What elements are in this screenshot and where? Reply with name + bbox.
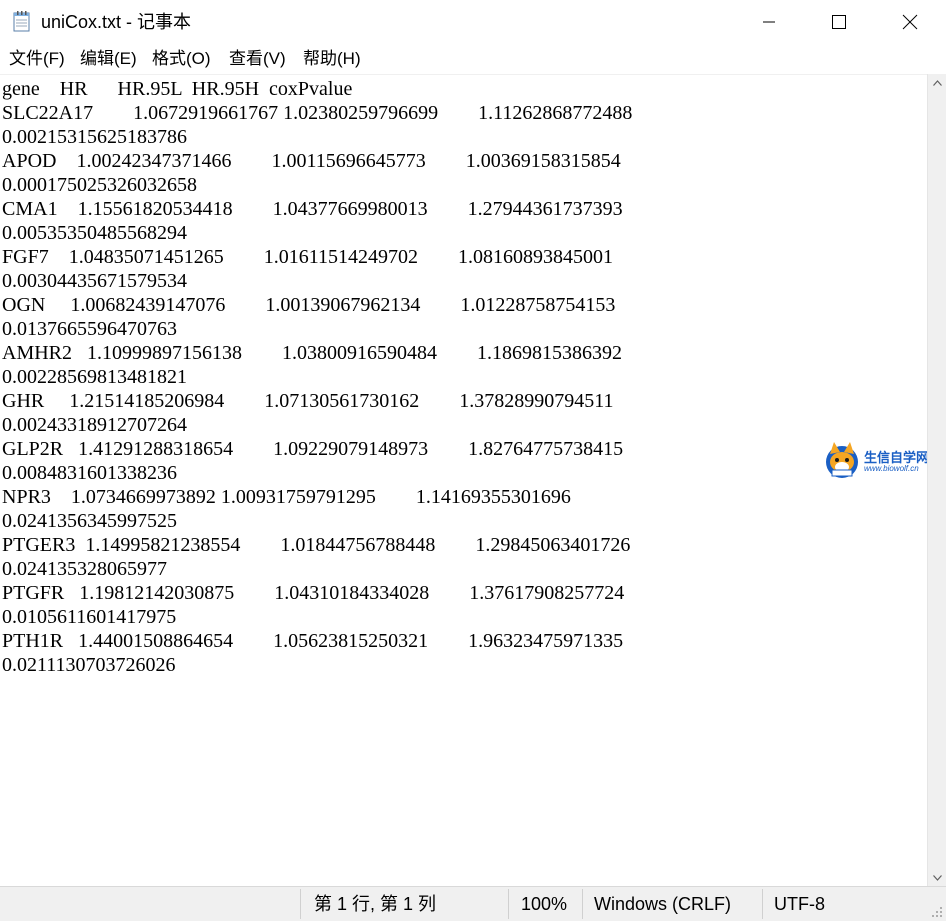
close-icon (902, 14, 918, 30)
status-divider (762, 889, 763, 919)
menu-file[interactable]: 文件(F) (9, 48, 65, 70)
line-ending: Windows (CRLF) (594, 894, 732, 914)
window-title: uniCox.txt - 记事本 (41, 12, 192, 32)
resize-grip-icon[interactable] (930, 905, 944, 919)
menu-help[interactable]: 帮助(H) (303, 48, 361, 70)
chevron-down-icon (933, 874, 942, 881)
status-divider (508, 889, 509, 919)
scroll-up-button[interactable] (928, 74, 946, 91)
text-editor[interactable]: gene HR HR.95L HR.95H coxPvalue SLC22A17… (0, 74, 927, 887)
notepad-icon (13, 11, 30, 32)
watermark-url: www.biowolf.cn (864, 464, 919, 473)
maximize-button[interactable] (804, 0, 874, 44)
status-bar: 第 1 行, 第 1 列 100% Windows (CRLF) UTF-8 (0, 886, 946, 921)
minimize-button[interactable] (734, 0, 804, 44)
menu-view[interactable]: 查看(V) (229, 48, 286, 70)
menu-bar: 文件(F) 编辑(E) 格式(O) 查看(V) 帮助(H) (0, 44, 946, 74)
menu-edit[interactable]: 编辑(E) (80, 48, 137, 70)
title-bar[interactable]: uniCox.txt - 记事本 (0, 0, 946, 44)
status-divider (300, 889, 301, 919)
chevron-up-icon (933, 79, 942, 86)
cursor-position: 第 1 行, 第 1 列 (314, 894, 437, 914)
minimize-icon (763, 21, 775, 23)
status-divider (582, 889, 583, 919)
encoding: UTF-8 (774, 894, 825, 914)
editor-text[interactable]: gene HR HR.95L HR.95H coxPvalue SLC22A17… (2, 77, 632, 677)
wolf-logo-icon (826, 442, 858, 478)
scroll-down-button[interactable] (928, 869, 946, 886)
notepad-window: uniCox.txt - 记事本 文件(F) 编辑(E) 格式(O) 查看(V)… (0, 0, 946, 921)
maximize-icon (832, 15, 846, 29)
close-button[interactable] (875, 0, 945, 44)
zoom-level: 100% (521, 894, 568, 914)
vertical-scrollbar[interactable] (927, 74, 946, 886)
menu-format[interactable]: 格式(O) (152, 48, 211, 70)
